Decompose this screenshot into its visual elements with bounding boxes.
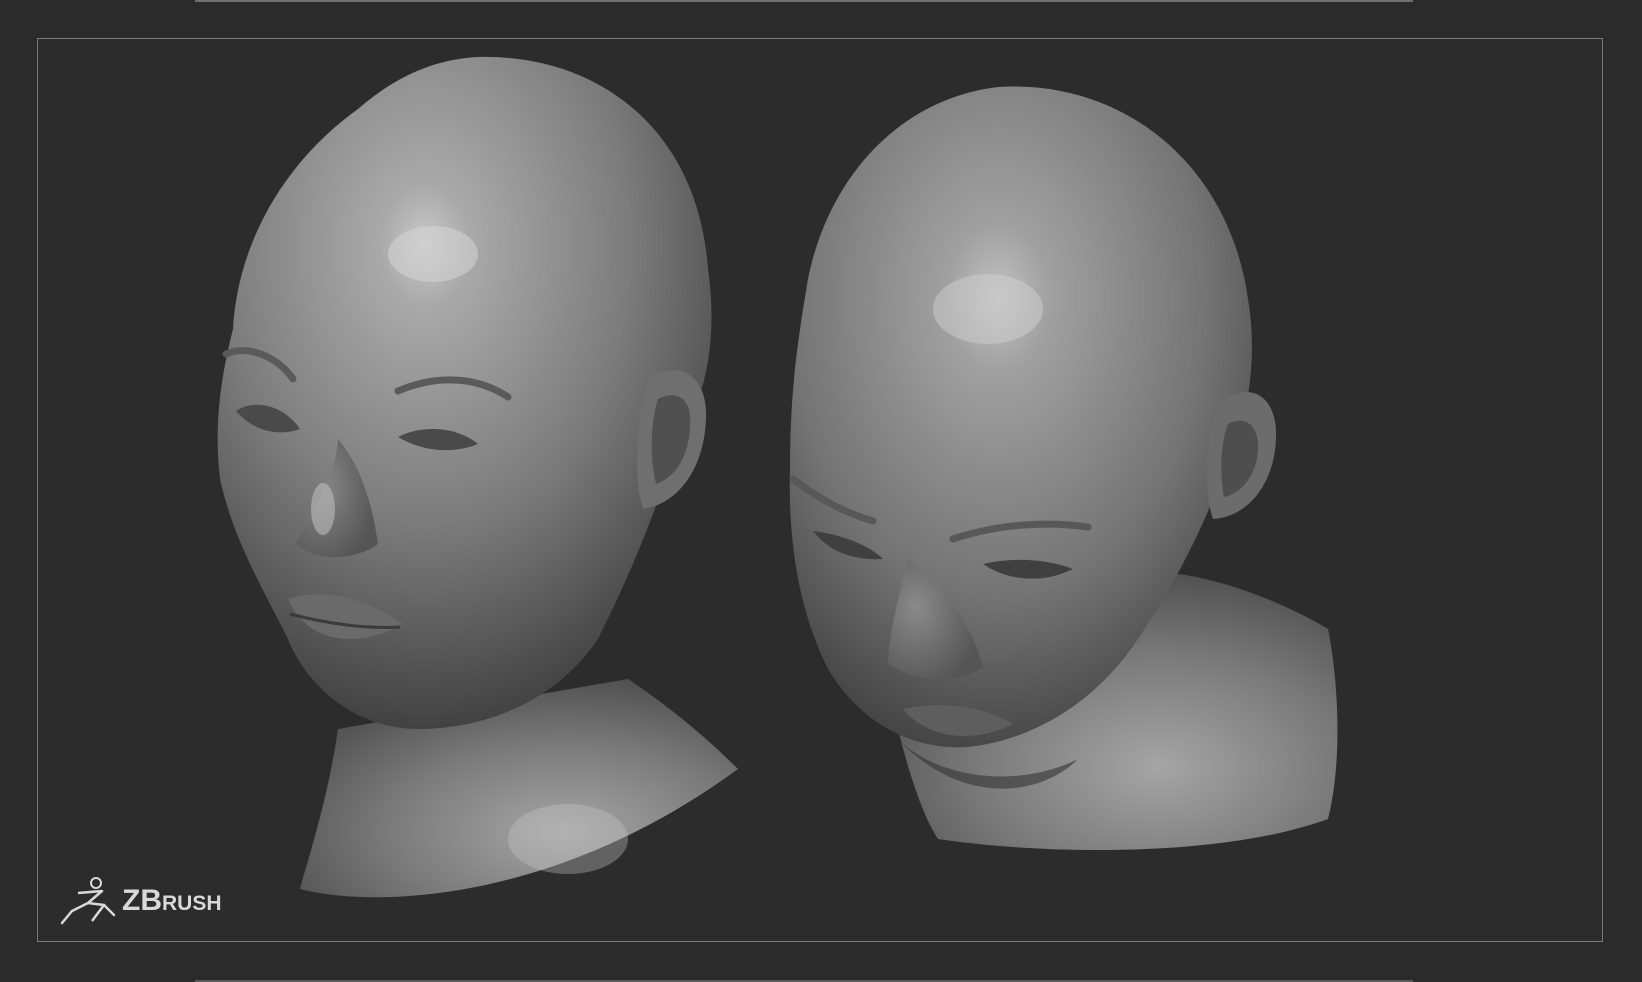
zbrush-logo: ZBrush	[58, 875, 222, 927]
document-viewport[interactable]: ZBrush	[37, 38, 1603, 942]
head-sculpt-front	[217, 56, 738, 898]
top-divider	[195, 0, 1413, 2]
head-sculpt-tilted	[789, 86, 1338, 851]
sculpt-render	[217, 56, 1338, 898]
brand-label: ZBrush	[122, 884, 222, 917]
running-figure-icon	[60, 877, 116, 925]
